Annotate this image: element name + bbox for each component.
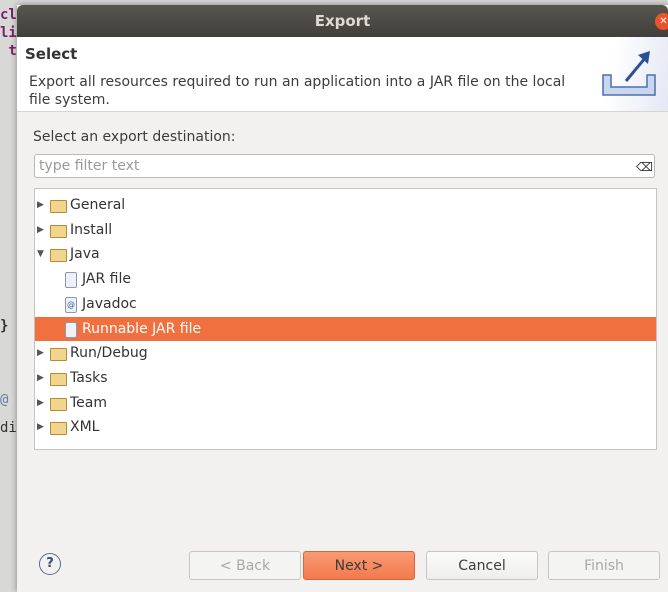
destination-label: Select an export destination: [33, 129, 236, 145]
tree-item[interactable]: Runnable JAR file [35, 316, 656, 341]
filter-input[interactable] [34, 154, 655, 178]
folder-icon [50, 249, 67, 263]
tree-item-label: Runnable JAR file [82, 320, 202, 337]
tree-item[interactable]: ▶ General [35, 193, 656, 217]
tree-item[interactable]: ▶ Team [35, 391, 656, 415]
title-bar: Export ✕ [17, 5, 668, 37]
tree-item[interactable]: ▼ Java [35, 242, 656, 266]
tree-item[interactable]: @ Javadoc [35, 292, 656, 316]
folder-icon [50, 422, 67, 436]
folder-icon [50, 372, 67, 386]
tree-item[interactable]: ▶ Run/Debug [35, 341, 656, 365]
export-dialog: Export ✕ Select Export all resources req… [17, 5, 668, 592]
jar-file-icon [65, 272, 77, 289]
expand-down-icon[interactable]: ▼ [37, 242, 47, 266]
expand-right-icon[interactable]: ▶ [37, 366, 47, 390]
expand-right-icon[interactable]: ▶ [37, 415, 47, 439]
jar-file-icon [65, 321, 77, 338]
expand-right-icon[interactable]: ▶ [37, 193, 47, 217]
tree-item[interactable]: ▶ Install [35, 218, 656, 242]
tree-item-label: Tasks [70, 369, 108, 386]
javadoc-file-icon: @ [65, 296, 77, 313]
tree-item-label: Install [70, 221, 113, 238]
page-title: Select [25, 45, 78, 63]
finish-button[interactable]: Finish [548, 551, 660, 580]
tree-item-label: JAR file [82, 271, 131, 288]
expand-right-icon[interactable]: ▶ [37, 218, 47, 242]
code-fragment: di [0, 420, 17, 436]
help-icon[interactable]: ? [39, 553, 61, 575]
back-button[interactable]: < Back [189, 551, 301, 580]
tree-item[interactable]: ▶ XML [35, 415, 656, 439]
tree-item-label: Java [70, 246, 100, 263]
expand-right-icon[interactable]: ▶ [37, 341, 47, 365]
dialog-title: Export [314, 12, 371, 30]
export-wizard-icon [588, 37, 668, 111]
wizard-header: Select Export all resources required to … [17, 37, 668, 112]
export-destination-tree[interactable]: ▶ General ▶ Install ▼ Java JAR file @ Javadoc Run… [34, 188, 657, 450]
tree-item[interactable]: JAR file [35, 267, 656, 291]
close-icon[interactable]: ✕ [655, 13, 668, 30]
tree-item[interactable]: ▶ Tasks [35, 366, 656, 390]
page-description: Export all resources required to run an … [29, 74, 566, 108]
tree-item-label: Team [70, 394, 108, 411]
code-fragment: } [0, 318, 9, 334]
tree-item-label: General [70, 197, 126, 213]
expand-right-icon[interactable]: ▶ [37, 391, 47, 415]
next-button[interactable]: Next > [303, 551, 415, 580]
folder-icon [50, 224, 67, 238]
code-fragment: @ [0, 392, 9, 408]
clear-filter-icon[interactable]: ⌫ [636, 160, 653, 174]
tree-item-label: XML [70, 419, 100, 436]
tree-item-label: Javadoc [82, 295, 137, 312]
folder-icon [50, 397, 67, 411]
tree-item-label: Run/Debug [70, 345, 148, 362]
cancel-button[interactable]: Cancel [426, 551, 538, 580]
folder-icon [50, 200, 67, 213]
folder-icon [50, 348, 67, 362]
